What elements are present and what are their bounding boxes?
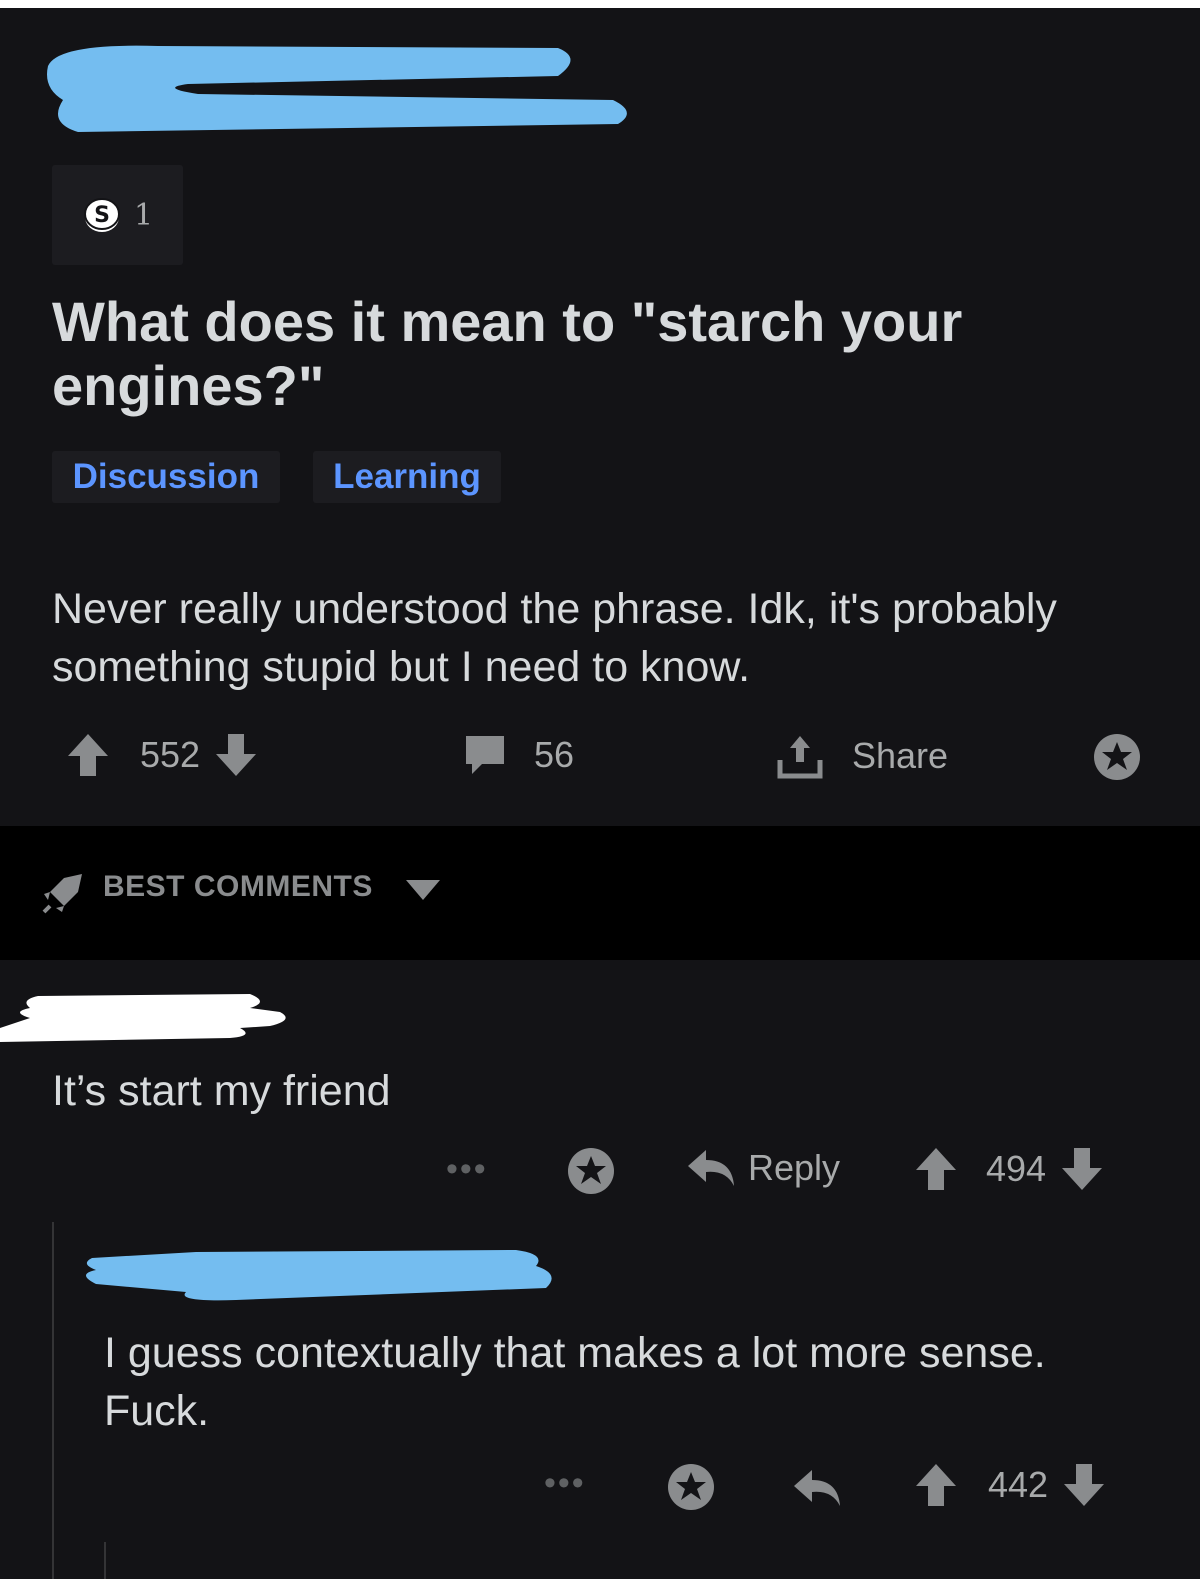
reply-icon[interactable] — [792, 1466, 842, 1510]
chevron-down-icon[interactable] — [404, 878, 442, 902]
upvote-icon[interactable] — [66, 732, 110, 778]
post-body: Never really understood the phrase. Idk,… — [52, 585, 1057, 691]
comments-button[interactable]: 56 — [462, 732, 574, 778]
redacted-reply-author — [86, 1250, 552, 1301]
comment-text: It’s start my friend — [52, 1067, 391, 1115]
reply-text: I guess contextually that makes a lot mo… — [104, 1329, 1046, 1435]
redacted-comment-author — [0, 994, 286, 1042]
thread-line — [52, 1222, 54, 1579]
share-label: Share — [852, 735, 949, 776]
sort-selector[interactable]: BEST COMMENTS — [103, 870, 373, 904]
share-button[interactable]: Share — [776, 732, 948, 780]
vote-bar: 552 — [66, 732, 258, 778]
nested-thread-line — [104, 1542, 106, 1579]
more-icon[interactable]: ••• — [446, 1150, 488, 1189]
comment-icon — [466, 736, 504, 774]
upvote-icon[interactable] — [914, 1146, 958, 1192]
rocket-icon — [42, 874, 82, 914]
comment-score: 494 — [986, 1148, 1047, 1189]
redacted-username — [47, 45, 627, 132]
reply-score: 442 — [988, 1464, 1049, 1505]
share-icon — [777, 736, 823, 779]
award-star-icon[interactable] — [1092, 732, 1142, 782]
downvote-icon[interactable] — [214, 732, 258, 778]
award-badge[interactable]: S 1 — [52, 165, 183, 265]
reply-label: Reply — [748, 1147, 841, 1188]
downvote-icon[interactable] — [1060, 1146, 1104, 1192]
flair-discussion[interactable]: Discussion — [52, 451, 280, 503]
reply-button[interactable]: Reply — [686, 1146, 840, 1190]
award-star-icon[interactable] — [666, 1462, 716, 1512]
comment-count: 56 — [534, 734, 575, 775]
more-icon[interactable]: ••• — [544, 1464, 586, 1503]
upvote-icon[interactable] — [914, 1462, 958, 1508]
flair-learning[interactable]: Learning — [313, 451, 501, 503]
post-score: 552 — [140, 734, 201, 775]
post-title[interactable]: What does it mean to "starch your engine… — [52, 290, 1132, 418]
award-star-icon[interactable] — [566, 1146, 616, 1196]
top-edge — [0, 0, 1200, 8]
reply-vote-bar: 442 — [914, 1462, 1106, 1508]
award-count: 1 — [134, 197, 154, 233]
comment-vote-bar: 494 — [914, 1146, 1104, 1192]
award-icon: S — [84, 198, 120, 232]
reply-icon — [688, 1150, 734, 1186]
svg-text:S: S — [94, 203, 110, 228]
downvote-icon[interactable] — [1062, 1462, 1106, 1508]
